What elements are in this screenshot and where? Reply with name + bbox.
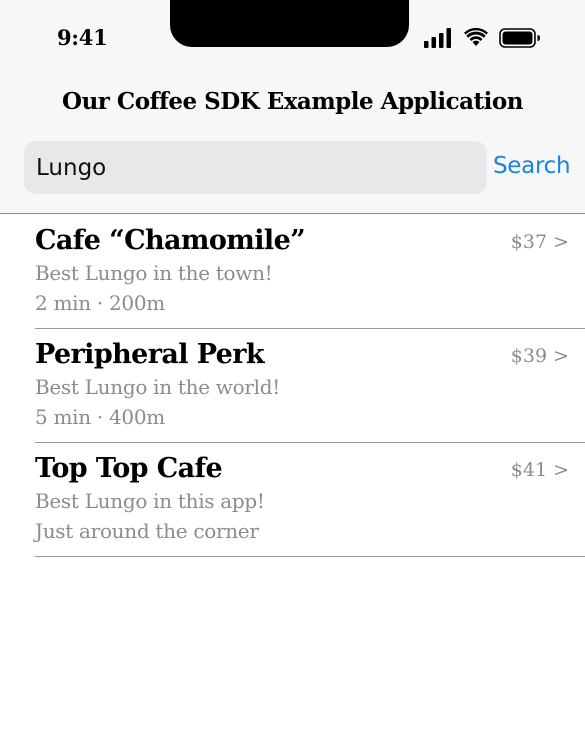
cafe-price: $41 > — [510, 459, 569, 481]
search-button[interactable]: Search — [493, 153, 571, 179]
status-time: 9:41 — [57, 25, 108, 50]
cafe-price: $39 > — [510, 345, 569, 367]
wifi-icon — [464, 27, 488, 46]
search-field[interactable] — [24, 141, 487, 194]
app-title: Our Coffee SDK Example Application — [62, 88, 523, 115]
search-input[interactable] — [24, 141, 487, 194]
cafe-name: Cafe “Chamomile” — [35, 225, 306, 256]
cafe-name: Top Top Cafe — [35, 453, 223, 484]
cellular-signal-icon — [424, 28, 451, 48]
cafe-name: Peripheral Perk — [35, 339, 265, 370]
cafe-distance: Just around the corner — [35, 519, 259, 543]
battery-icon — [499, 28, 540, 48]
list-item-peripheral-perk[interactable]: Peripheral Perk $39 > Best Lungo in the … — [35, 329, 585, 443]
results-list: Cafe “Chamomile” $37 > Best Lungo in the… — [0, 215, 585, 557]
cafe-description: Best Lungo in the world! — [35, 375, 280, 399]
list-item-cafe-chamomile[interactable]: Cafe “Chamomile” $37 > Best Lungo in the… — [35, 215, 585, 329]
header-area: 9:41 Our Coffee SDK Example Application … — [0, 0, 585, 214]
cafe-description: Best Lungo in this app! — [35, 489, 265, 513]
cafe-description: Best Lungo in the town! — [35, 261, 273, 285]
cafe-price: $37 > — [510, 231, 569, 253]
cafe-distance: 5 min · 400m — [35, 405, 165, 429]
cafe-distance: 2 min · 200m — [35, 291, 165, 315]
device-notch — [170, 0, 409, 47]
list-item-top-top-cafe[interactable]: Top Top Cafe $41 > Best Lungo in this ap… — [35, 443, 585, 557]
